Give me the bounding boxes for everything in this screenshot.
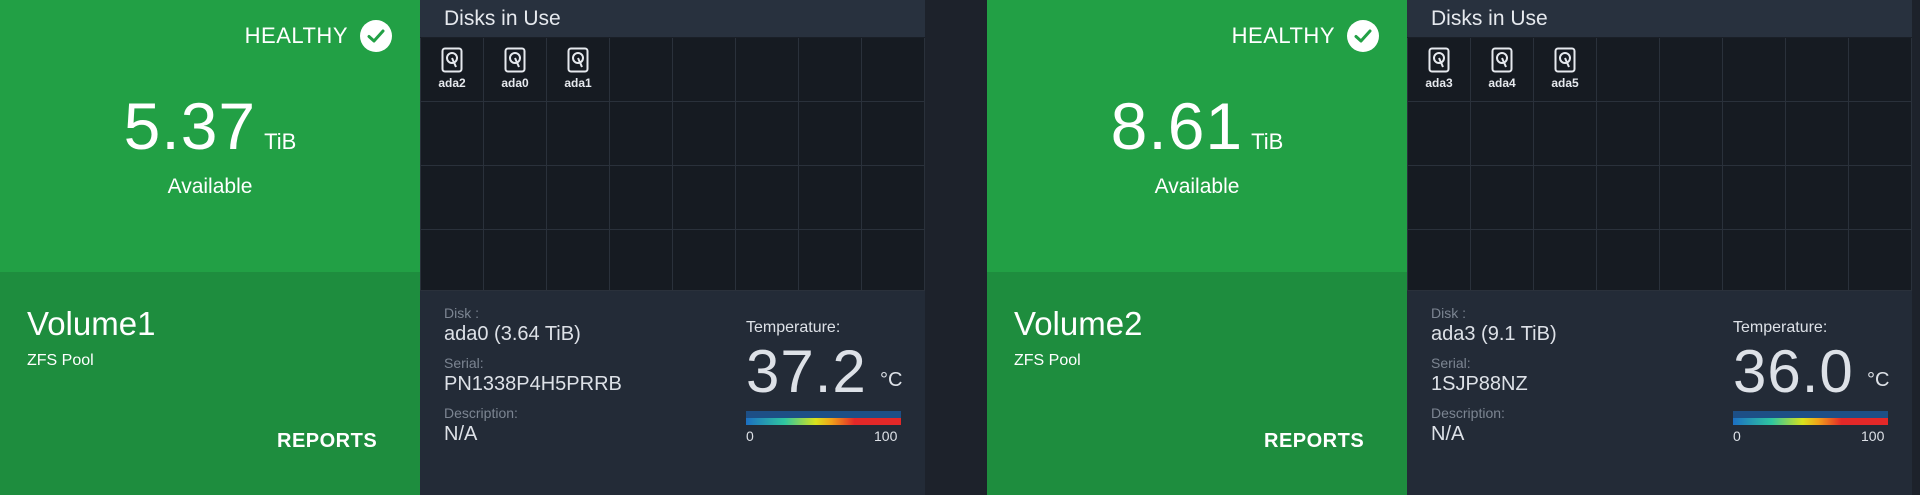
temperature-max: 100 bbox=[1861, 428, 1885, 444]
disk-name: ada5 bbox=[1551, 76, 1579, 90]
available-unit: TiB bbox=[1251, 129, 1284, 154]
disk-grid: ada3 ada4 ada5 bbox=[1407, 38, 1912, 291]
temperature-unit: °C bbox=[880, 369, 903, 391]
description-value: N/A bbox=[1431, 423, 1465, 445]
volume-info-panel: Volume2 ZFS Pool REPORTS bbox=[987, 272, 1407, 495]
disks-panel: Disks in Use ada3 ada4 ada5 Disk : ada3 … bbox=[1407, 0, 1912, 495]
description-label: Description: bbox=[444, 405, 518, 421]
disk-grid: ada2 ada0 ada1 bbox=[420, 38, 925, 291]
serial-value: 1SJP88NZ bbox=[1431, 373, 1528, 395]
volume-card-2: HEALTHY 8.61 TiB Available Volume2 ZFS Po… bbox=[987, 0, 1912, 495]
disk-name: ada0 bbox=[501, 76, 529, 90]
serial-label: Serial: bbox=[1431, 355, 1471, 371]
disk-name: ada3 bbox=[1425, 76, 1453, 90]
serial-value: PN1338P4H5PRRB bbox=[444, 373, 622, 395]
disks-in-use-title: Disks in Use bbox=[1407, 0, 1912, 38]
available-unit: TiB bbox=[264, 129, 297, 154]
disk-item[interactable]: ada3 bbox=[1411, 47, 1467, 90]
hard-drive-icon bbox=[1491, 47, 1513, 73]
temperature-min: 0 bbox=[1733, 428, 1741, 444]
temperature-label: Temperature: bbox=[746, 319, 841, 336]
temperature-unit: °C bbox=[1867, 369, 1890, 391]
volume-status-panel: HEALTHY 5.37 TiB Available bbox=[0, 0, 420, 272]
disk-label: Disk : bbox=[444, 305, 479, 321]
disk-item[interactable]: ada1 bbox=[550, 47, 606, 90]
reports-button[interactable]: REPORTS bbox=[277, 430, 377, 453]
hard-drive-icon bbox=[441, 47, 463, 73]
disk-name: ada1 bbox=[564, 76, 592, 90]
disk-value: ada3 (9.1 TiB) bbox=[1431, 323, 1557, 345]
disk-label: Disk : bbox=[1431, 305, 1466, 321]
volume-type: ZFS Pool bbox=[1014, 352, 1081, 369]
health-status-label: HEALTHY bbox=[244, 23, 348, 48]
temperature-value: 37.2 bbox=[746, 338, 867, 405]
volume-status-panel: HEALTHY 8.61 TiB Available bbox=[987, 0, 1407, 272]
volume-card-1: HEALTHY 5.37 TiB Available Volume1 ZFS Po… bbox=[0, 0, 925, 495]
temperature-label: Temperature: bbox=[1733, 319, 1828, 336]
volume-summary: HEALTHY 8.61 TiB Available Volume2 ZFS Po… bbox=[987, 0, 1407, 495]
hard-drive-icon bbox=[1428, 47, 1450, 73]
hard-drive-icon bbox=[567, 47, 589, 73]
disk-details: Disk : ada0 (3.64 TiB) Serial: PN1338P4H… bbox=[420, 291, 925, 495]
disk-item[interactable]: ada5 bbox=[1537, 47, 1593, 90]
temperature-scale-bar bbox=[746, 411, 901, 425]
hard-drive-icon bbox=[504, 47, 526, 73]
serial-label: Serial: bbox=[444, 355, 484, 371]
available-label: Available bbox=[1154, 175, 1240, 198]
check-circle-icon bbox=[360, 20, 392, 52]
volume-name: Volume2 bbox=[1014, 305, 1143, 342]
temperature-scale-bar bbox=[1733, 411, 1888, 425]
disk-item[interactable]: ada2 bbox=[424, 47, 480, 90]
disk-value: ada0 (3.64 TiB) bbox=[444, 323, 581, 345]
temperature-value: 36.0 bbox=[1733, 338, 1854, 405]
reports-button[interactable]: REPORTS bbox=[1264, 430, 1364, 453]
disks-panel: Disks in Use ada2 ada0 ada1 Disk : ada0 … bbox=[420, 0, 925, 495]
volume-info-panel: Volume1 ZFS Pool REPORTS bbox=[0, 272, 420, 495]
health-status: HEALTHY bbox=[245, 20, 392, 52]
volume-name: Volume1 bbox=[27, 305, 156, 342]
available-value: 5.37 bbox=[123, 89, 257, 163]
disk-name: ada4 bbox=[1488, 76, 1516, 90]
check-circle-icon bbox=[1347, 20, 1379, 52]
available-label: Available bbox=[167, 175, 253, 198]
hard-drive-icon bbox=[1554, 47, 1576, 73]
disks-in-use-title: Disks in Use bbox=[420, 0, 925, 38]
description-value: N/A bbox=[444, 423, 478, 445]
volume-summary: HEALTHY 5.37 TiB Available Volume1 ZFS Po… bbox=[0, 0, 420, 495]
health-status-label: HEALTHY bbox=[1231, 23, 1335, 48]
description-label: Description: bbox=[1431, 405, 1505, 421]
temperature-min: 0 bbox=[746, 428, 754, 444]
available-value: 8.61 bbox=[1110, 89, 1244, 163]
temperature-max: 100 bbox=[874, 428, 898, 444]
available-space: 8.61 TiB bbox=[987, 88, 1407, 164]
volume-type: ZFS Pool bbox=[27, 352, 94, 369]
available-space: 5.37 TiB bbox=[0, 88, 420, 164]
disk-details: Disk : ada3 (9.1 TiB) Serial: 1SJP88NZ D… bbox=[1407, 291, 1912, 495]
disk-item[interactable]: ada0 bbox=[487, 47, 543, 90]
health-status: HEALTHY bbox=[1232, 20, 1379, 52]
disk-item[interactable]: ada4 bbox=[1474, 47, 1530, 90]
disk-name: ada2 bbox=[438, 76, 466, 90]
